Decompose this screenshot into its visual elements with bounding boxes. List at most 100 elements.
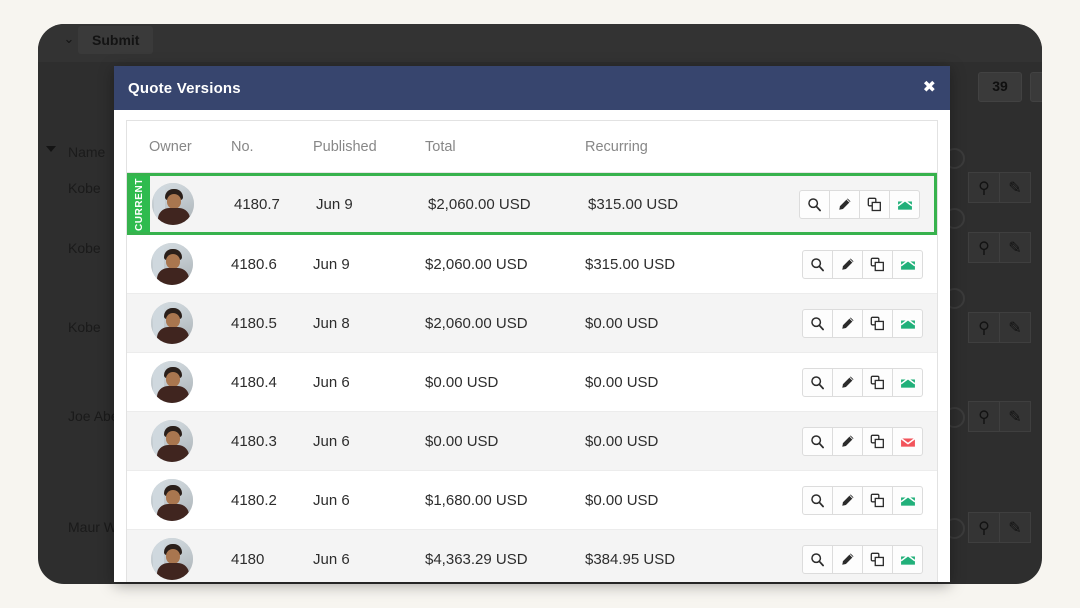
owner-cell xyxy=(127,538,231,580)
table-row[interactable]: 4180.2 Jun 6 $1,680.00 USD $0.00 USD xyxy=(127,471,937,530)
avatar xyxy=(151,538,193,580)
row-actions xyxy=(802,485,923,515)
duplicate-button[interactable] xyxy=(862,308,893,338)
table-row[interactable]: 4180.5 Jun 8 $2,060.00 USD $0.00 USD xyxy=(127,294,937,353)
published-date-cell: Jun 9 xyxy=(316,195,353,213)
table-header-row: Owner No. Published Total Recurring xyxy=(127,121,937,173)
table-row[interactable]: 4180.4 Jun 6 $0.00 USD $0.00 USD xyxy=(127,353,937,412)
avatar xyxy=(151,479,193,521)
email-button[interactable] xyxy=(892,426,923,456)
email-button[interactable] xyxy=(892,367,923,397)
recurring-amount-cell: $0.00 USD xyxy=(585,432,659,450)
published-date-cell: Jun 6 xyxy=(313,491,350,509)
background-search-icon[interactable]: ⚲ xyxy=(968,232,1000,263)
background-pencil-icon[interactable]: ✎ xyxy=(999,172,1031,203)
version-number-cell: 4180.3 xyxy=(231,432,277,450)
background-search-icon[interactable]: ⚲ xyxy=(968,512,1000,543)
total-amount-cell: $0.00 USD xyxy=(425,373,499,391)
duplicate-button[interactable] xyxy=(862,426,893,456)
owner-cell xyxy=(127,243,231,285)
copy-icon xyxy=(870,493,884,507)
copy-icon xyxy=(867,197,881,211)
submit-button[interactable]: Submit xyxy=(78,26,154,54)
edit-button[interactable] xyxy=(832,485,863,515)
background-search-icon[interactable]: ⚲ xyxy=(968,401,1000,432)
duplicate-button[interactable] xyxy=(862,249,893,279)
envelope-icon xyxy=(900,554,915,565)
total-amount-cell: $4,363.29 USD xyxy=(425,550,528,568)
view-button[interactable] xyxy=(802,249,833,279)
next-page-button[interactable]: N xyxy=(1030,72,1042,102)
background-row-actions[interactable]: ⚲ ✎ xyxy=(968,401,1031,432)
edit-button[interactable] xyxy=(832,426,863,456)
copy-icon xyxy=(870,257,884,271)
view-button[interactable] xyxy=(799,189,830,219)
modal-title: Quote Versions xyxy=(128,79,241,97)
table-row[interactable]: 4180 Jun 6 $4,363.29 USD $384.95 USD xyxy=(127,530,937,582)
pencil-icon xyxy=(842,258,854,270)
duplicate-button[interactable] xyxy=(862,367,893,397)
duplicate-button[interactable] xyxy=(859,189,890,219)
published-date-cell: Jun 9 xyxy=(313,255,350,273)
envelope-icon xyxy=(900,377,915,388)
email-button[interactable] xyxy=(892,308,923,338)
table-row[interactable]: 4180.3 Jun 6 $0.00 USD $0.00 USD xyxy=(127,412,937,471)
edit-button[interactable] xyxy=(829,189,860,219)
row-actions-cell xyxy=(785,426,937,456)
edit-button[interactable] xyxy=(832,308,863,338)
view-button[interactable] xyxy=(802,544,833,574)
row-actions xyxy=(802,367,923,397)
email-button[interactable] xyxy=(889,189,920,219)
record-count-badge: 39 xyxy=(978,72,1022,102)
version-number-cell: 4180.2 xyxy=(231,491,277,509)
view-button[interactable] xyxy=(802,367,833,397)
recurring-amount-cell: $0.00 USD xyxy=(585,314,659,332)
recurring-amount-cell: $0.00 USD xyxy=(585,491,659,509)
published-date-cell: Jun 6 xyxy=(313,432,350,450)
duplicate-button[interactable] xyxy=(862,485,893,515)
pencil-icon xyxy=(842,494,854,506)
background-pencil-icon[interactable]: ✎ xyxy=(999,312,1031,343)
search-icon xyxy=(811,316,824,330)
envelope-icon xyxy=(900,259,915,270)
published-date-cell: Jun 8 xyxy=(313,314,350,332)
total-amount-cell: $2,060.00 USD xyxy=(425,255,528,273)
copy-icon xyxy=(870,375,884,389)
background-row-actions[interactable]: ⚲ ✎ xyxy=(968,512,1031,543)
table-row[interactable]: CURRENT 4180.7 Jun 9 $2,060.00 USD $315.… xyxy=(127,173,937,235)
total-amount-cell: $1,680.00 USD xyxy=(425,491,528,509)
row-actions-cell xyxy=(785,367,937,397)
duplicate-button[interactable] xyxy=(862,544,893,574)
current-version-badge: CURRENT xyxy=(130,176,150,232)
background-toolbar: ⌄ Submit xyxy=(38,24,1042,62)
recurring-amount-cell: $0.00 USD xyxy=(585,373,659,391)
pencil-icon xyxy=(842,553,854,565)
email-button[interactable] xyxy=(892,249,923,279)
row-actions-cell xyxy=(788,189,934,219)
email-button[interactable] xyxy=(892,485,923,515)
edit-button[interactable] xyxy=(832,544,863,574)
pencil-icon xyxy=(842,317,854,329)
version-number-cell: 4180.6 xyxy=(231,255,277,273)
recurring-amount-cell: $315.00 USD xyxy=(588,195,679,213)
edit-button[interactable] xyxy=(832,367,863,397)
close-icon[interactable]: ✖ xyxy=(923,78,936,96)
background-pencil-icon[interactable]: ✎ xyxy=(999,512,1031,543)
view-button[interactable] xyxy=(802,485,833,515)
view-button[interactable] xyxy=(802,426,833,456)
background-row-actions[interactable]: ⚲ ✎ xyxy=(968,172,1031,203)
view-button[interactable] xyxy=(802,308,833,338)
edit-button[interactable] xyxy=(832,249,863,279)
owner-cell xyxy=(127,479,231,521)
background-row-actions[interactable]: ⚲ ✎ xyxy=(968,312,1031,343)
modal-body: Owner No. Published Total Recurring CURR… xyxy=(114,110,950,582)
background-row-actions[interactable]: ⚲ ✎ xyxy=(968,232,1031,263)
background-search-icon[interactable]: ⚲ xyxy=(968,172,1000,203)
background-column-header-name: Name xyxy=(68,144,106,160)
table-row[interactable]: 4180.6 Jun 9 $2,060.00 USD $315.00 USD xyxy=(127,235,937,294)
email-button[interactable] xyxy=(892,544,923,574)
row-actions-cell xyxy=(785,308,937,338)
background-pencil-icon[interactable]: ✎ xyxy=(999,401,1031,432)
background-pencil-icon[interactable]: ✎ xyxy=(999,232,1031,263)
background-search-icon[interactable]: ⚲ xyxy=(968,312,1000,343)
